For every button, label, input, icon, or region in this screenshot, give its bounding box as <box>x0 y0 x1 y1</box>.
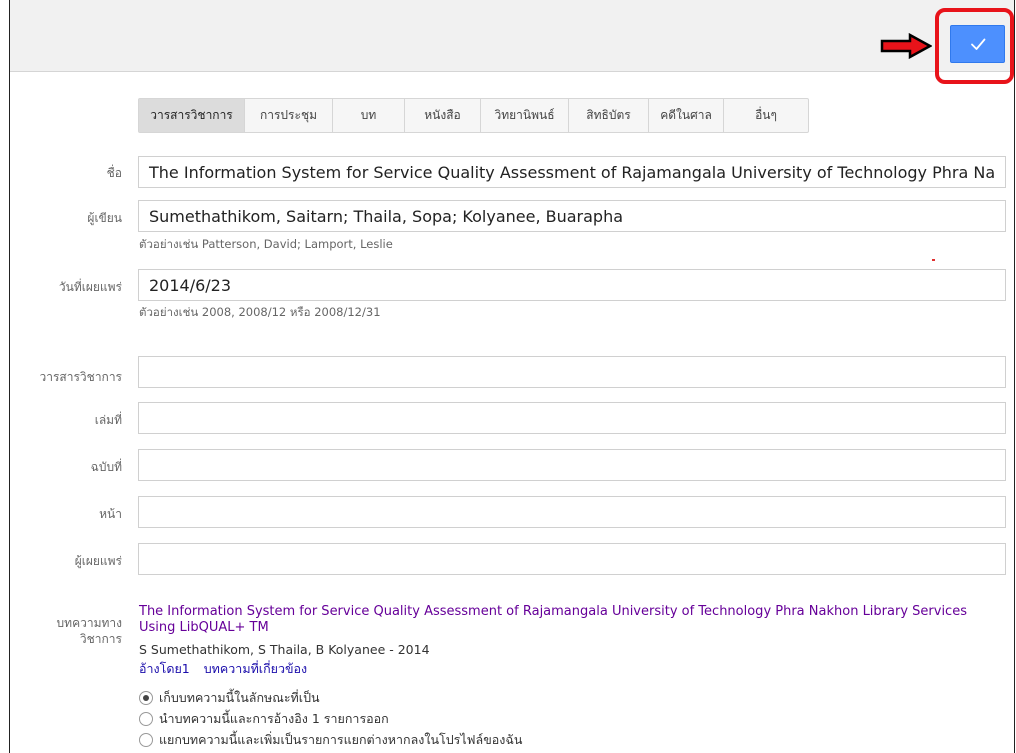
top-toolbar <box>10 0 1014 72</box>
authors-hint: ตัวอย่างเช่น Patterson, David; Lamport, … <box>139 237 393 251</box>
tab-thesis[interactable]: วิทยานิพนธ์ <box>481 99 569 132</box>
publication-type-tabs: วารสารวิชาการ การประชุม บท หนังสือ วิทยา… <box>138 98 809 133</box>
authors-field[interactable]: Sumethathikom, Saitarn; Thaila, Sopa; Ko… <box>138 200 1006 232</box>
date-field[interactable]: 2014/6/23 <box>138 269 1006 301</box>
tab-court-case[interactable]: คดีในศาล <box>649 99 724 132</box>
article-links: อ้างโดย1 บทความที่เกี่ยวข้อง <box>139 659 307 679</box>
article-meta: S Sumethathikom, S Thaila, B Kolyanee - … <box>139 642 430 657</box>
date-label: วันที่เผยแพร่ <box>58 280 122 294</box>
arrow-right-icon <box>880 33 932 59</box>
authors-label: ผู้เขียน <box>87 211 122 225</box>
cited-by-link[interactable]: อ้างโดย1 <box>139 659 190 679</box>
volume-label: เล่มที่ <box>94 413 122 427</box>
title-field[interactable]: The Information System for Service Quali… <box>138 156 1006 188</box>
publisher-field[interactable] <box>138 543 1006 575</box>
option-keep-article[interactable]: เก็บบทความนี้ในลักษณะที่เป็น <box>139 688 320 708</box>
issue-field[interactable] <box>138 449 1006 481</box>
tab-chapter[interactable]: บท <box>333 99 405 132</box>
tab-patent[interactable]: สิทธิบัตร <box>569 99 649 132</box>
date-hint: ตัวอย่างเช่น 2008, 2008/12 หรือ 2008/12/… <box>139 305 381 319</box>
article-title-link[interactable]: The Information System for Service Quali… <box>139 604 999 636</box>
option-label: แยกบทความนี้และเพิ่มเป็นรายการแยกต่างหาก… <box>159 732 523 747</box>
article-label-line1: บทความทาง <box>56 616 122 630</box>
option-label: นำบทความนี้และการอ้างอิง 1 รายการออก <box>159 711 389 726</box>
radio-button[interactable] <box>139 691 153 705</box>
radio-button[interactable] <box>139 733 153 747</box>
title-label: ชื่อ <box>106 166 122 180</box>
radio-button[interactable] <box>139 712 153 726</box>
related-articles-link[interactable]: บทความที่เกี่ยวข้อง <box>204 659 307 679</box>
article-label-line2: วิชาการ <box>79 632 122 646</box>
tab-other[interactable]: อื่นๆ <box>724 99 808 132</box>
frame-border-right <box>1014 0 1015 753</box>
journal-label: วารสารวิชาการ <box>39 370 123 384</box>
article-label: บทความทาง วิชาการ <box>20 615 122 647</box>
pages-field[interactable] <box>138 496 1006 528</box>
pages-label: หน้า <box>99 507 122 521</box>
tab-conference[interactable]: การประชุม <box>245 99 333 132</box>
option-remove-article[interactable]: นำบทความนี้และการอ้างอิง 1 รายการออก <box>139 709 389 729</box>
journal-field[interactable] <box>138 356 1006 388</box>
stray-mark <box>932 259 935 261</box>
issue-label: ฉบับที่ <box>90 460 122 474</box>
tab-book[interactable]: หนังสือ <box>405 99 481 132</box>
highlight-annotation <box>935 8 1014 84</box>
option-label: เก็บบทความนี้ในลักษณะที่เป็น <box>159 690 320 705</box>
volume-field[interactable] <box>138 402 1006 434</box>
option-split-article[interactable]: แยกบทความนี้และเพิ่มเป็นรายการแยกต่างหาก… <box>139 730 522 750</box>
citation-editor: วารสารวิชาการ การประชุม บท หนังสือ วิทยา… <box>0 0 1016 753</box>
tab-journal[interactable]: วารสารวิชาการ <box>139 99 245 132</box>
publisher-label: ผู้เผยแพร่ <box>74 554 122 568</box>
